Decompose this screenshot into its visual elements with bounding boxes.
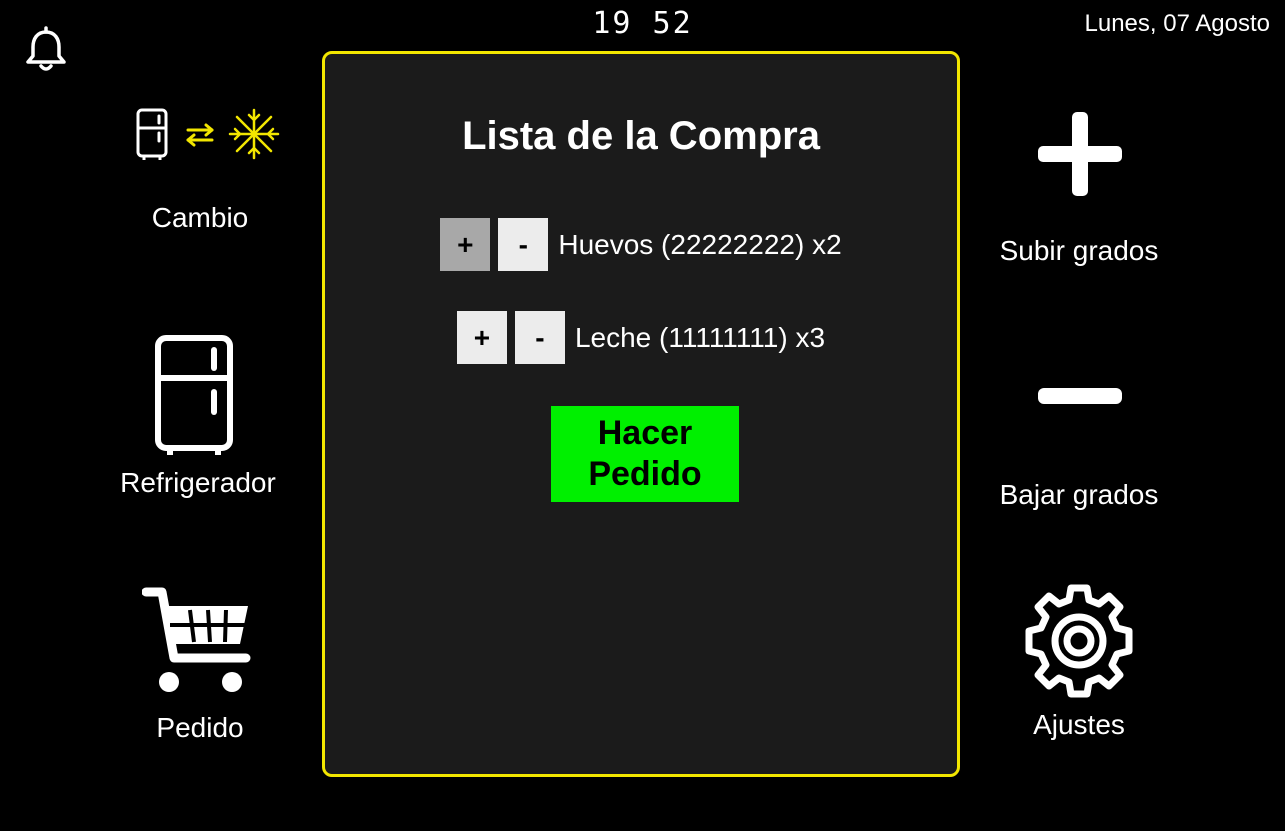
list-item: + - Huevos (22222222) x2 (325, 218, 957, 271)
list-item: + - Leche (11111111) x3 (325, 311, 957, 364)
increase-quantity-button[interactable]: + (440, 218, 491, 271)
increase-quantity-button[interactable]: + (456, 311, 507, 364)
cart-icon[interactable] (142, 586, 252, 696)
decrease-quantity-button[interactable]: - (498, 218, 549, 271)
place-order-button[interactable]: Hacer Pedido (551, 406, 739, 502)
pedido-label[interactable]: Pedido (70, 712, 330, 744)
cambio-label[interactable]: Cambio (70, 202, 330, 234)
refrigerator-icon[interactable] (154, 334, 236, 458)
fridge-swap-icon[interactable] (134, 106, 284, 162)
bajar-grados-label[interactable]: Bajar grados (949, 479, 1209, 511)
decrease-quantity-button[interactable]: - (514, 311, 565, 364)
list-item-label: Huevos (22222222) x2 (558, 228, 842, 260)
ajustes-label[interactable]: Ajustes (949, 709, 1209, 741)
panel-title: Lista de la Compra (462, 114, 820, 158)
refrigerador-label[interactable]: Refrigerador (68, 467, 328, 499)
minus-icon[interactable] (1038, 388, 1122, 404)
shopping-list-panel: Lista de la Compra + - Huevos (22222222)… (322, 51, 960, 777)
place-order-label-line1: Hacer (597, 414, 693, 452)
place-order-label-line2: Pedido (588, 455, 702, 493)
gear-icon[interactable] (1020, 582, 1138, 700)
list-item-label: Leche (11111111) x3 (574, 321, 826, 353)
plus-icon[interactable] (1038, 112, 1122, 196)
date-display: Lunes, 07 Agosto (1084, 10, 1270, 37)
subir-grados-label[interactable]: Subir grados (949, 235, 1209, 267)
